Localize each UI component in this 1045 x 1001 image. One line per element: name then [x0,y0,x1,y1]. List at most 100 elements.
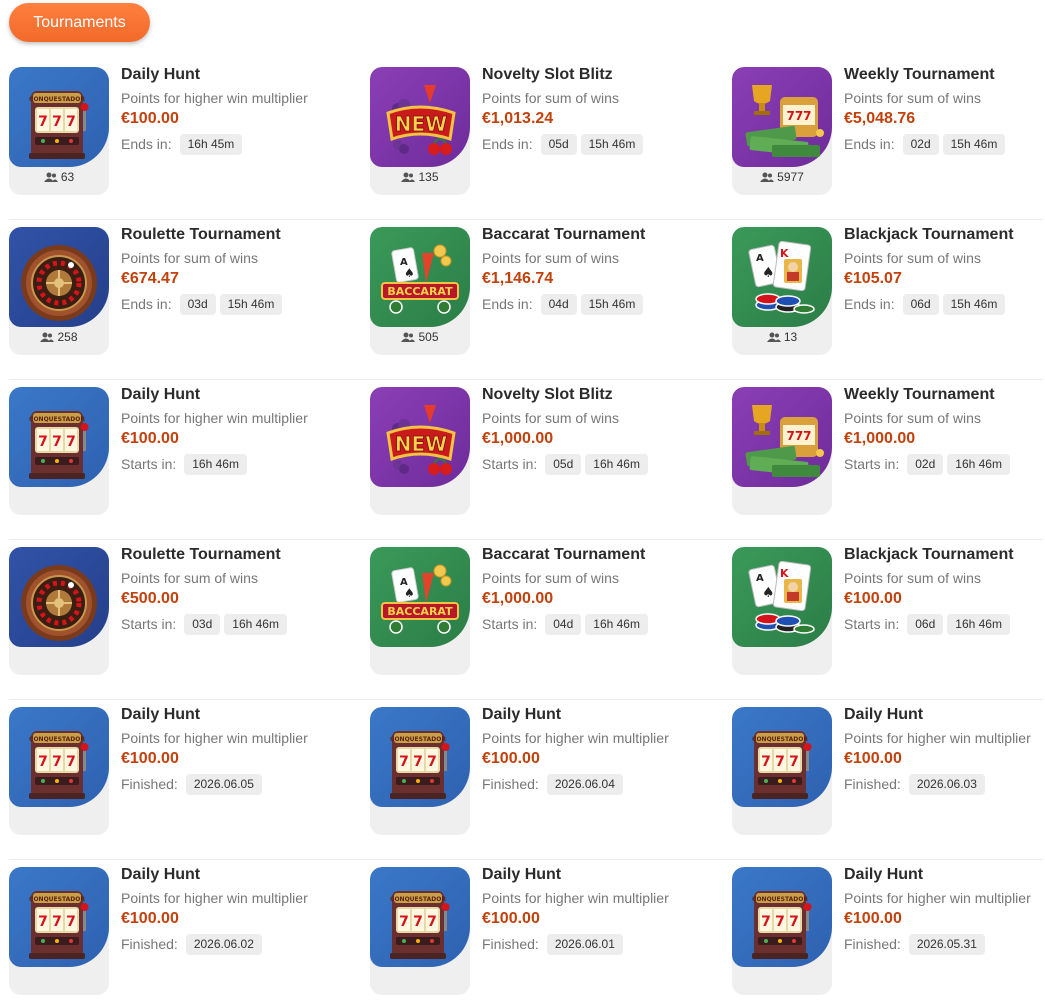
svg-text:CONQUESTADOR: CONQUESTADOR [29,96,85,103]
prize-amount: €100.00 [121,110,179,127]
tournament-card[interactable]: A ♠ K Blackjack Tournament Points for su… [732,547,1045,675]
svg-text:♠: ♠ [762,265,775,281]
tournament-thumbnail[interactable]: A ♠ BACCARAT [370,547,470,675]
tournament-card[interactable]: CONQUESTADOR 7 7 7 Daily Hunt Points for… [732,707,1045,835]
tournament-thumbnail[interactable]: 777 5977 [732,67,832,195]
tournament-info: Weekly Tournament Points for sum of wins… [844,387,1045,475]
tournament-thumbnail[interactable]: A ♠ K [732,547,832,675]
tournament-title[interactable]: Daily Hunt [121,867,349,889]
svg-text:7: 7 [52,434,62,450]
tournament-card[interactable]: Roulette Tournament Points for sum of wi… [9,547,349,675]
tournament-title[interactable]: Novelty Slot Blitz [482,67,710,89]
svg-text:7: 7 [775,914,785,930]
svg-text:777: 777 [786,109,811,123]
tournament-title[interactable]: Baccarat Tournament [482,547,710,569]
tournament-thumbnail[interactable]: NEW [370,387,470,515]
prize-amount: €1,000.00 [482,590,554,607]
svg-text:K: K [780,567,789,580]
tournament-thumbnail[interactable]: CONQUESTADOR 7 7 7 [370,867,470,995]
tournament-title[interactable]: Daily Hunt [121,707,349,729]
prize-amount: €100.00 [482,750,540,767]
svg-text:7: 7 [38,114,48,130]
tournament-card[interactable]: CONQUESTADOR 7 7 7 Daily Hunt Points for… [9,707,349,835]
tournament-title[interactable]: Baccarat Tournament [482,227,710,249]
timer-chip: 04d [540,293,577,315]
tournament-description: Points for sum of wins [482,570,619,586]
tournament-title[interactable]: Blackjack Tournament [844,227,1045,249]
tournament-thumbnail[interactable]: CONQUESTADOR 7 7 7 [9,387,109,515]
svg-text:NEW: NEW [395,432,447,456]
tournament-info: Daily Hunt Points for higher win multipl… [482,867,710,955]
prize-amount: €1,000.00 [482,430,554,447]
tournament-title[interactable]: Daily Hunt [482,707,710,729]
tournament-thumbnail[interactable]: A ♠ K 13 [732,227,832,355]
tournament-card[interactable]: CONQUESTADOR 7 7 7 63 Daily Hunt Points … [9,67,349,195]
tournament-row: CONQUESTADOR 7 7 7 Daily Hunt Points for… [0,700,1045,860]
tournament-card[interactable]: 258 Roulette Tournament Points for sum o… [9,227,349,355]
timer-chip: 15h 46m [580,133,644,155]
timer-chip: 15h 46m [942,133,1006,155]
tournament-title[interactable]: Daily Hunt [844,707,1045,729]
svg-text:K: K [780,247,789,260]
tournament-thumbnail[interactable]: NEW 135 [370,67,470,195]
tournament-card[interactable]: CONQUESTADOR 7 7 7 Daily Hunt Points for… [370,707,710,835]
tournament-info: Novelty Slot Blitz Points for sum of win… [482,387,710,475]
svg-text:777: 777 [786,429,811,443]
tournament-thumbnail[interactable]: 777 [732,387,832,515]
tournament-title[interactable]: Daily Hunt [121,67,349,89]
tab-tournaments[interactable]: Tournaments [9,3,150,42]
tournament-card[interactable]: CONQUESTADOR 7 7 7 Daily Hunt Points for… [9,867,349,995]
tournament-title[interactable]: Daily Hunt [844,867,1045,889]
tournament-timer: Ends in: 04d 15h 46m [482,293,710,315]
tournament-thumbnail[interactable] [9,547,109,675]
tournament-card[interactable]: A ♠ BACCARAT 505 Baccarat Tournament Poi… [370,227,710,355]
timer-chip: 04d [545,613,582,635]
tournament-title[interactable]: Weekly Tournament [844,387,1045,409]
tournament-description: Points for higher win multiplier [482,890,669,906]
tournament-thumbnail[interactable]: CONQUESTADOR 7 7 7 [9,867,109,995]
prize-amount: €100.00 [844,590,902,607]
tournament-card[interactable]: CONQUESTADOR 7 7 7 Daily Hunt Points for… [732,867,1045,995]
timer-chip: 16h 46m [947,613,1010,635]
tournament-thumbnail[interactable]: 258 [9,227,109,355]
tournament-card[interactable]: 777 Weekly Tournament Points for sum of … [732,387,1045,515]
tournament-title[interactable]: Daily Hunt [482,867,710,889]
tournament-title[interactable]: Novelty Slot Blitz [482,387,710,409]
tournament-card[interactable]: A ♠ BACCARAT Baccarat Tournament Points … [370,547,710,675]
tournament-info: Daily Hunt Points for higher win multipl… [844,707,1045,795]
tournament-thumbnail[interactable]: CONQUESTADOR 7 7 7 63 [9,67,109,195]
svg-text:7: 7 [413,754,423,770]
tournament-card[interactable]: A ♠ K 13 Blackjack Tournament Points for… [732,227,1045,355]
timer-chip: 05d [540,133,577,155]
tournament-thumbnail[interactable]: CONQUESTADOR 7 7 7 [732,707,832,835]
svg-text:CONQUESTADOR: CONQUESTADOR [752,736,808,743]
tournament-timer: Starts in: 16h 46m [121,453,349,475]
prize-amount: €1,013.24 [482,110,554,127]
prize-amount: €100.00 [121,430,179,447]
svg-text:7: 7 [66,914,76,930]
timer-label: Finished: [482,936,539,952]
tournament-title[interactable]: Roulette Tournament [121,227,349,249]
tournament-thumbnail[interactable]: A ♠ BACCARAT 505 [370,227,470,355]
timer-chip: 2026.06.04 [546,773,623,795]
tournament-timer: Starts in: 05d 16h 46m [482,453,710,475]
tournament-thumbnail[interactable]: CONQUESTADOR 7 7 7 [9,707,109,835]
tournament-description: Points for sum of wins [844,410,981,426]
prize-amount: €100.00 [844,750,902,767]
tournament-title[interactable]: Daily Hunt [121,387,349,409]
tournament-card[interactable]: NEW 135 Novelty Slot Blitz Points for su… [370,67,710,195]
timer-label: Ends in: [844,136,895,152]
tournament-thumbnail[interactable]: CONQUESTADOR 7 7 7 [370,707,470,835]
tournament-description: Points for sum of wins [121,570,258,586]
tournament-thumbnail[interactable]: CONQUESTADOR 7 7 7 [732,867,832,995]
tournament-title[interactable]: Blackjack Tournament [844,547,1045,569]
tournament-card[interactable]: 777 5977 Weekly Tournament Points for su… [732,67,1045,195]
tournament-title[interactable]: Roulette Tournament [121,547,349,569]
tournament-card[interactable]: NEW Novelty Slot Blitz Points for sum of… [370,387,710,515]
tournament-card[interactable]: CONQUESTADOR 7 7 7 Daily Hunt Points for… [370,867,710,995]
svg-text:7: 7 [413,914,423,930]
users-icon [43,172,58,182]
timer-label: Finished: [482,776,539,792]
tournament-title[interactable]: Weekly Tournament [844,67,1045,89]
tournament-card[interactable]: CONQUESTADOR 7 7 7 Daily Hunt Points for… [9,387,349,515]
